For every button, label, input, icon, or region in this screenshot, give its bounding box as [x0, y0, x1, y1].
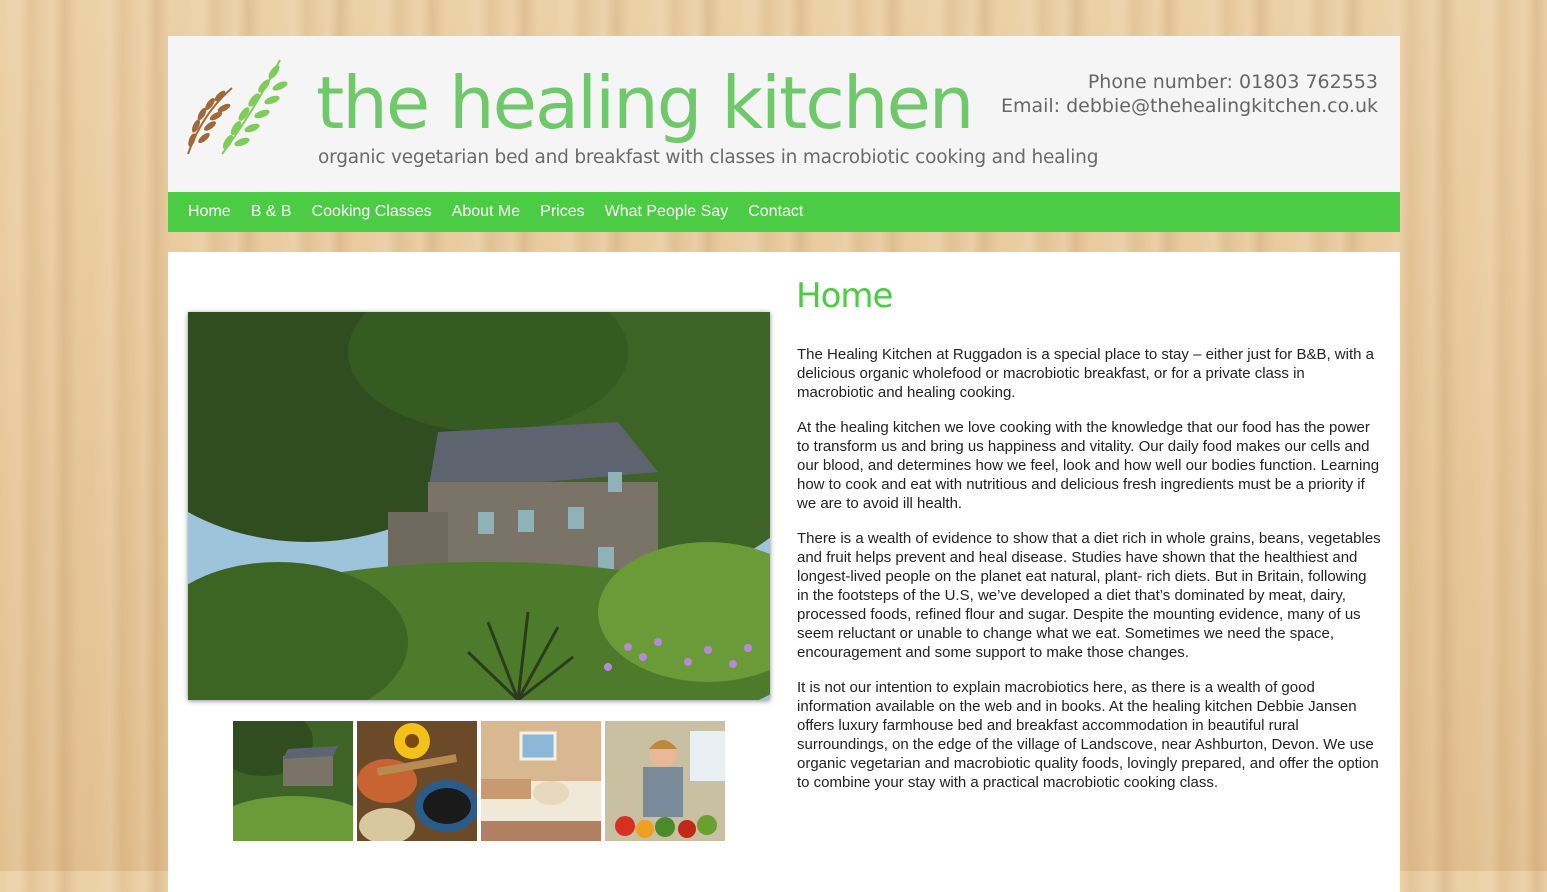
site-tagline: organic vegetarian bed and breakfast wit… [318, 147, 1099, 168]
paragraph: There is a wealth of evidence to show th… [797, 530, 1381, 661]
email-address[interactable]: Email: debbie@thehealingkitchen.co.uk [1001, 94, 1378, 118]
paragraph: The Healing Kitchen at Ruggadon is a spe… [797, 346, 1374, 401]
page-wrapper: the healing kitchen organic vegetarian b… [168, 36, 1400, 892]
nav-item-about-me[interactable]: About Me [442, 192, 530, 232]
intro-text: The Healing Kitchen at Ruggadon is a spe… [797, 345, 1382, 808]
phone-number: Phone number: 01803 762553 [1087, 71, 1378, 93]
nav-item-contact[interactable]: Contact [738, 192, 813, 232]
photo-thumbnails [233, 721, 725, 841]
paragraph: It is not our intention to explain macro… [797, 679, 1379, 791]
nav-item-home[interactable]: Home [178, 192, 241, 232]
main-nav: Home B & B Cooking Classes About Me Pric… [168, 192, 1400, 232]
nav-item-bb[interactable]: B & B [241, 192, 302, 232]
thumbnail-farmhouse[interactable] [233, 721, 353, 841]
contact-info: Phone number: 01803 762553 Email: debbie… [1001, 70, 1378, 118]
main-photo-farmhouse [188, 312, 770, 700]
thumbnail-debbie[interactable] [605, 721, 725, 841]
site-header: the healing kitchen organic vegetarian b… [168, 36, 1400, 192]
site-title[interactable]: the healing kitchen [316, 58, 974, 148]
page-title: Home [796, 276, 893, 316]
thumbnail-food-bowls[interactable] [357, 721, 477, 841]
wheat-logo-icon [187, 59, 288, 155]
nav-item-what-people-say[interactable]: What People Say [595, 192, 739, 232]
thumbnail-bedroom[interactable] [481, 721, 601, 841]
main-content: Home The Healing Kitchen at Ruggadon is … [168, 252, 1400, 892]
paragraph: At the healing kitchen we love cooking w… [797, 419, 1380, 512]
nav-item-cooking-classes[interactable]: Cooking Classes [302, 192, 442, 232]
nav-item-prices[interactable]: Prices [530, 192, 594, 232]
